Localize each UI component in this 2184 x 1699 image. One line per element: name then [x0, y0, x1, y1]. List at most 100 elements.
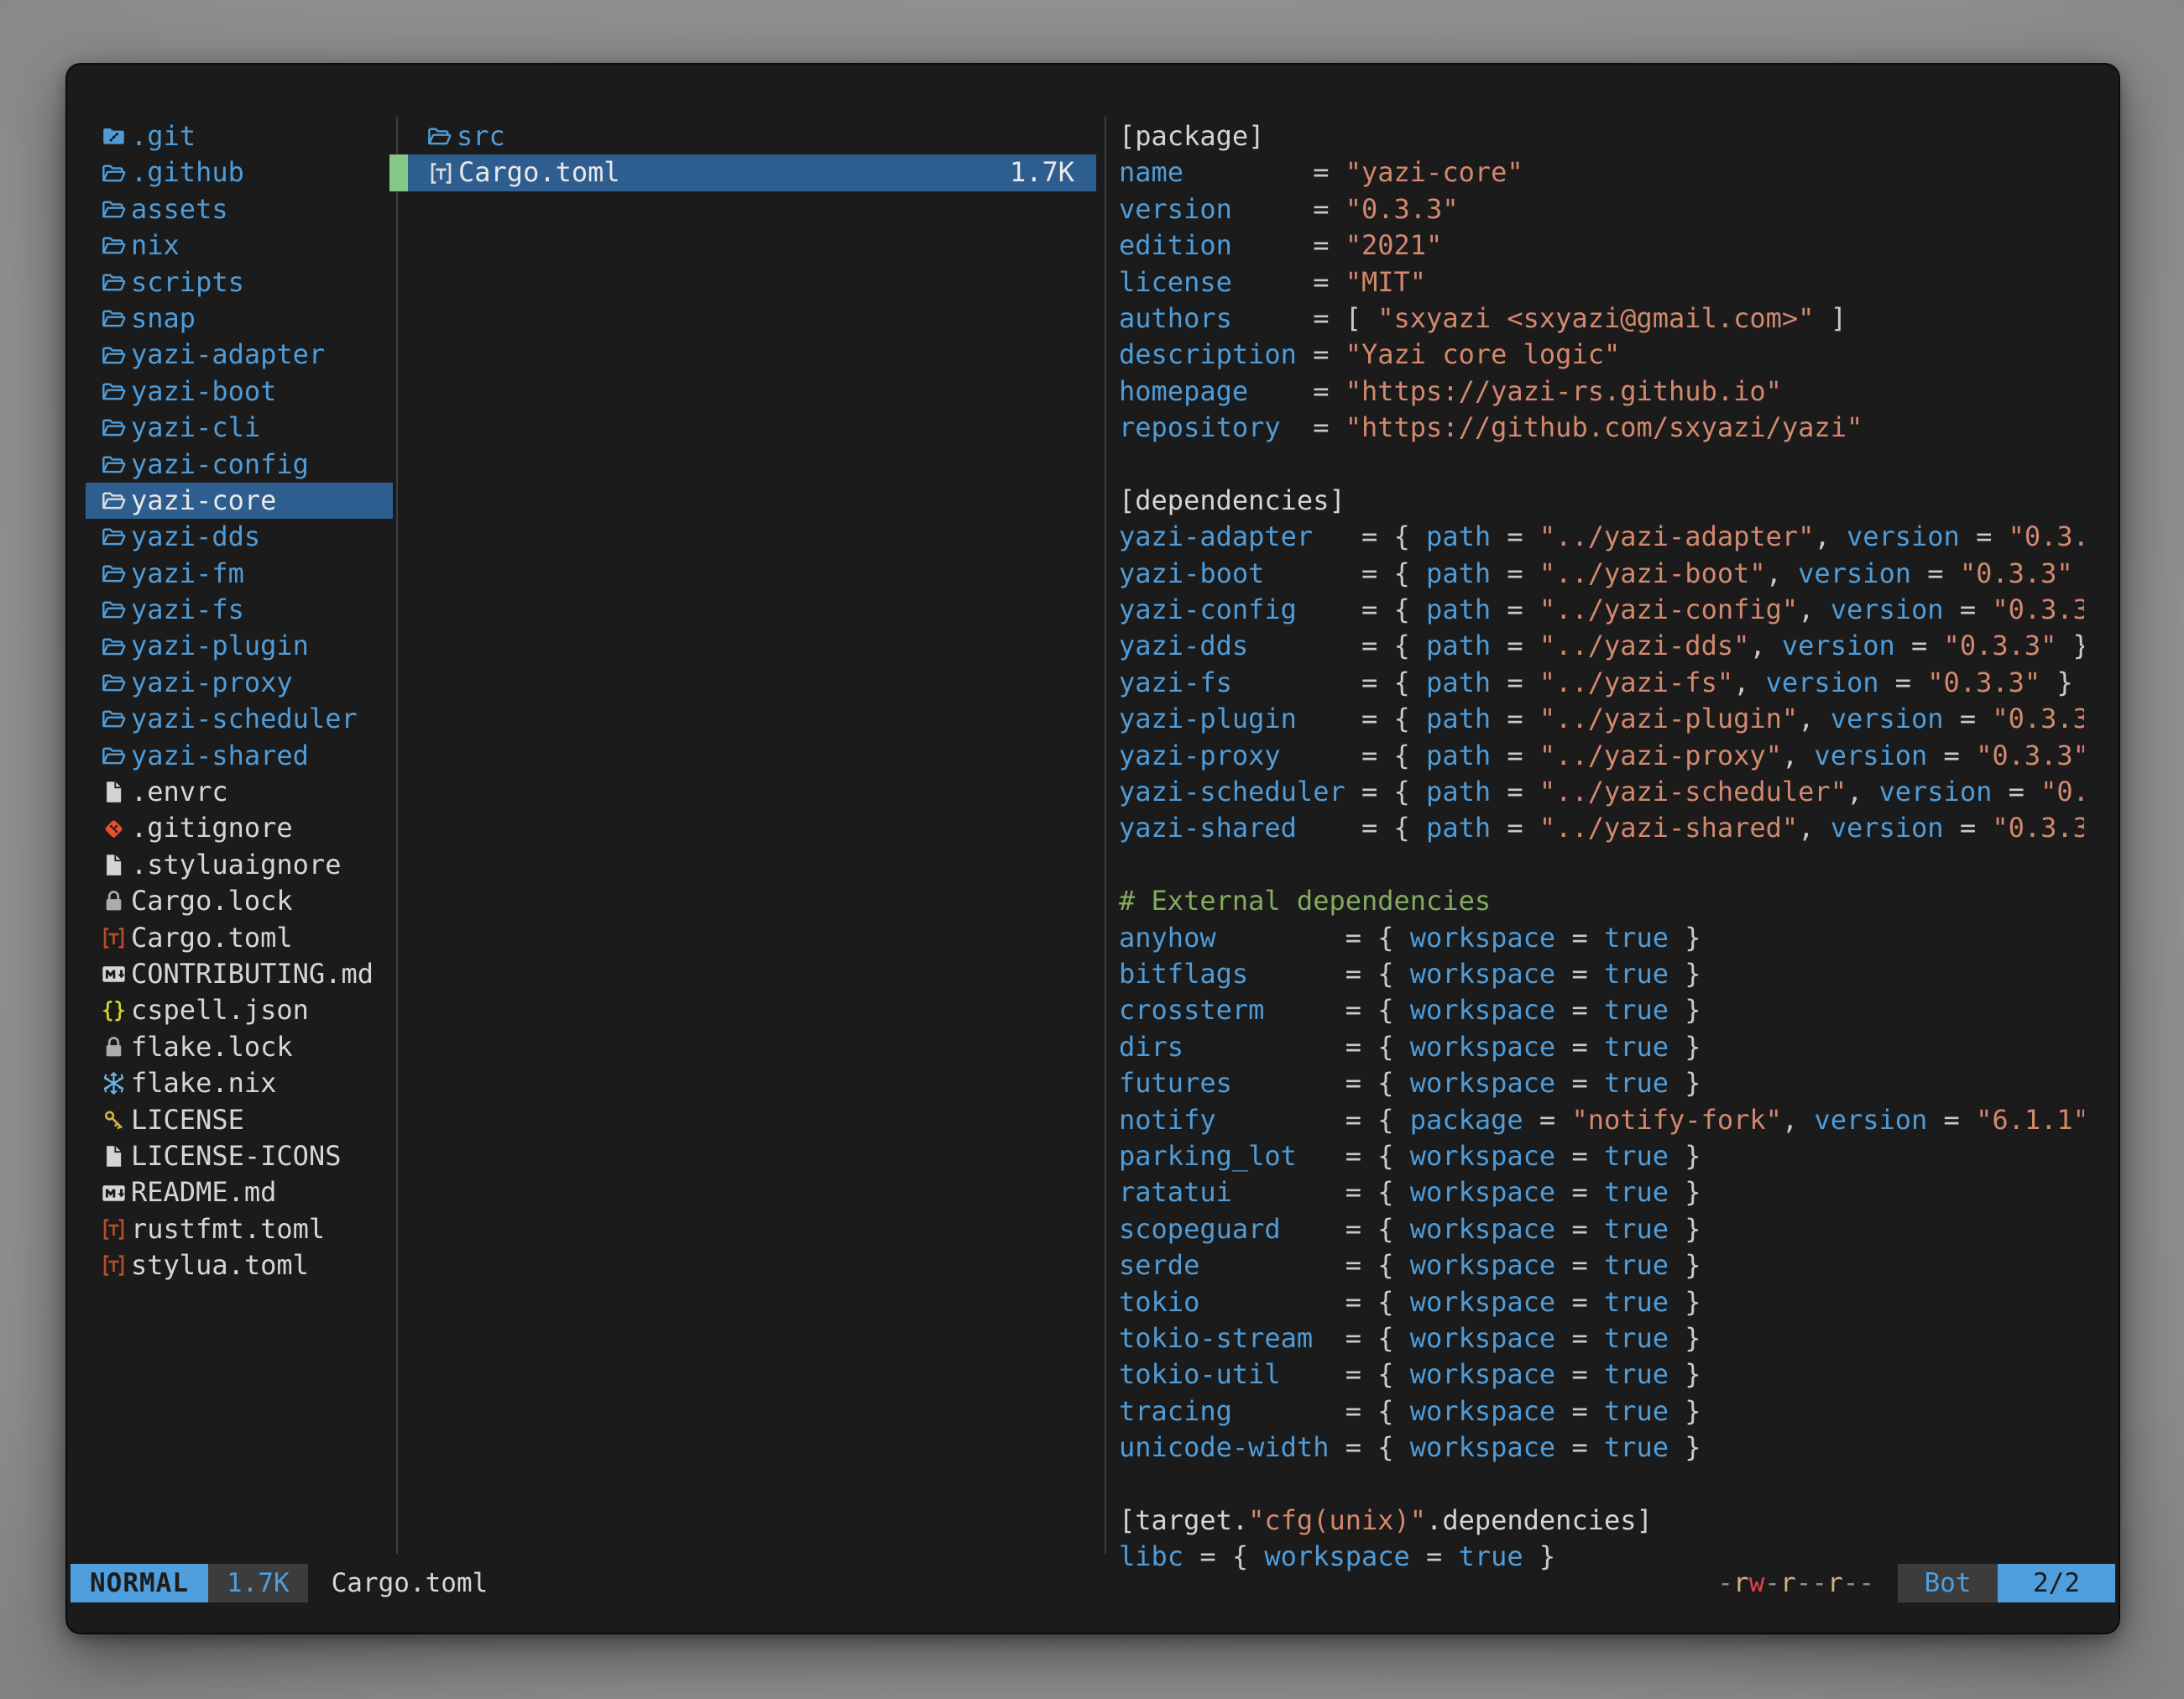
folder-open-icon [101, 634, 131, 660]
file-row[interactable]: yazi-adapter [86, 337, 393, 373]
file-permissions: -rw-r--r-- [1717, 1568, 1874, 1598]
pane-divider [1105, 117, 1106, 1554]
file-row[interactable]: Cargo.toml [86, 920, 393, 956]
file-row[interactable]: yazi-plugin [86, 628, 393, 664]
code-line: description = "Yazi core logic" [1119, 337, 2084, 373]
file-row[interactable]: snap [86, 301, 393, 337]
file-row[interactable]: .styluaignore [86, 847, 393, 883]
code-line: yazi-boot = { path = "../yazi-boot", ver… [1119, 556, 2084, 592]
code-line: scopeguard = { workspace = true } [1119, 1211, 2084, 1247]
file-label: yazi-shared [131, 738, 309, 774]
file-row[interactable]: .envrc [86, 774, 393, 810]
code-line: bitflags = { workspace = true } [1119, 956, 2084, 992]
file-label: nix [131, 227, 180, 264]
file-label: src [457, 118, 505, 154]
code-line: futures = { workspace = true } [1119, 1065, 2084, 1101]
file-row[interactable]: .gitignore [86, 810, 393, 846]
code-line: # External dependencies [1119, 883, 2084, 919]
file-label: yazi-adapter [131, 337, 325, 373]
folder-open-icon [101, 561, 131, 587]
code-line: [dependencies] [1119, 483, 2084, 519]
file-label: yazi-dds [131, 519, 260, 555]
file-label: scripts [131, 264, 244, 301]
toml-icon [428, 160, 458, 186]
file-row[interactable]: nix [86, 227, 393, 264]
file-label: .gitignore [131, 810, 293, 846]
file-label: yazi-cli [131, 410, 260, 446]
file-label: yazi-boot [131, 374, 276, 410]
file-row[interactable]: yazi-boot [86, 374, 393, 410]
file-row[interactable]: CONTRIBUTING.md [86, 956, 393, 992]
folder-open-icon [101, 269, 131, 295]
file-row[interactable]: cspell.json [86, 992, 393, 1028]
code-line: yazi-fs = { path = "../yazi-fs", version… [1119, 665, 2084, 701]
file-label: CONTRIBUTING.md [131, 956, 374, 992]
lock-icon [101, 1034, 131, 1060]
folder-open-icon [101, 670, 131, 696]
file-label: flake.nix [131, 1065, 276, 1101]
file-size: 1.7K [1010, 154, 1096, 191]
file-row[interactable]: src [400, 118, 1096, 154]
code-line: [target."cfg(unix)".dependencies] [1119, 1503, 2084, 1539]
file-label: .envrc [131, 774, 228, 810]
file-row[interactable]: README.md [86, 1174, 393, 1210]
file-row[interactable]: LICENSE [86, 1102, 393, 1138]
code-line: edition = "2021" [1119, 227, 2084, 264]
folder-open-icon [101, 597, 131, 623]
parent-directory-pane: .git.githubassetsnixscriptssnapyazi-adap… [86, 118, 393, 1284]
file-row[interactable]: .github [86, 154, 393, 191]
code-line: serde = { workspace = true } [1119, 1247, 2084, 1283]
file-row[interactable]: yazi-scheduler [86, 701, 393, 737]
file-label: yazi-proxy [131, 665, 293, 701]
code-line: tracing = { workspace = true } [1119, 1393, 2084, 1430]
code-line: notify = { package = "notify-fork", vers… [1119, 1102, 2084, 1138]
file-row[interactable]: rustfmt.toml [86, 1211, 393, 1247]
file-row[interactable]: Cargo.toml1.7K [389, 154, 1096, 191]
file-label: stylua.toml [131, 1247, 309, 1283]
folder-open-icon [426, 123, 457, 149]
markdown-icon [101, 1180, 131, 1206]
code-line: yazi-adapter = { path = "../yazi-adapter… [1119, 519, 2084, 555]
file-row[interactable]: Cargo.lock [86, 883, 393, 919]
file-row[interactable]: yazi-proxy [86, 665, 393, 701]
file-label: yazi-config [131, 447, 309, 483]
file-row[interactable]: yazi-fm [86, 556, 393, 592]
code-line [1119, 847, 2084, 883]
file-row[interactable]: yazi-shared [86, 738, 393, 774]
code-line: version = "0.3.3" [1119, 191, 2084, 227]
file-preview-pane: [package]name = "yazi-core"version = "0.… [1119, 118, 2084, 1582]
toml-icon [101, 925, 131, 951]
file-row[interactable]: flake.nix [86, 1065, 393, 1101]
file-row[interactable]: yazi-config [86, 447, 393, 483]
file-row[interactable]: LICENSE-ICONS [86, 1138, 393, 1174]
file-row[interactable]: yazi-core [86, 483, 393, 519]
file-row[interactable]: assets [86, 191, 393, 227]
markdown-icon [101, 961, 131, 987]
code-line: yazi-plugin = { path = "../yazi-plugin",… [1119, 701, 2084, 737]
file-label: flake.lock [131, 1029, 293, 1065]
nix-icon [101, 1070, 131, 1096]
toml-icon [101, 1252, 131, 1278]
file-label: cspell.json [131, 992, 309, 1028]
license-icon [101, 1107, 131, 1133]
file-label: .git [131, 118, 196, 154]
file-row[interactable]: stylua.toml [86, 1247, 393, 1283]
code-line: parking_lot = { workspace = true } [1119, 1138, 2084, 1174]
folder-open-icon [101, 706, 131, 732]
file-row[interactable]: scripts [86, 264, 393, 301]
file-row[interactable]: flake.lock [86, 1029, 393, 1065]
code-line: tokio-util = { workspace = true } [1119, 1357, 2084, 1393]
file-row[interactable]: yazi-fs [86, 592, 393, 628]
json-icon [101, 998, 131, 1024]
status-bar: NORMAL 1.7K Cargo.toml -rw-r--r-- Bot 2/… [71, 1564, 2115, 1602]
file-row[interactable]: yazi-cli [86, 410, 393, 446]
file-row[interactable]: .git [86, 118, 393, 154]
code-line: ratatui = { workspace = true } [1119, 1174, 2084, 1210]
lock-icon [101, 888, 131, 914]
file-label: rustfmt.toml [131, 1211, 325, 1247]
file-icon [101, 1143, 131, 1169]
file-row[interactable]: yazi-dds [86, 519, 393, 555]
current-directory-pane: srcCargo.toml1.7K [400, 118, 1106, 191]
code-line: yazi-dds = { path = "../yazi-dds", versi… [1119, 628, 2084, 664]
git-icon [101, 816, 131, 842]
